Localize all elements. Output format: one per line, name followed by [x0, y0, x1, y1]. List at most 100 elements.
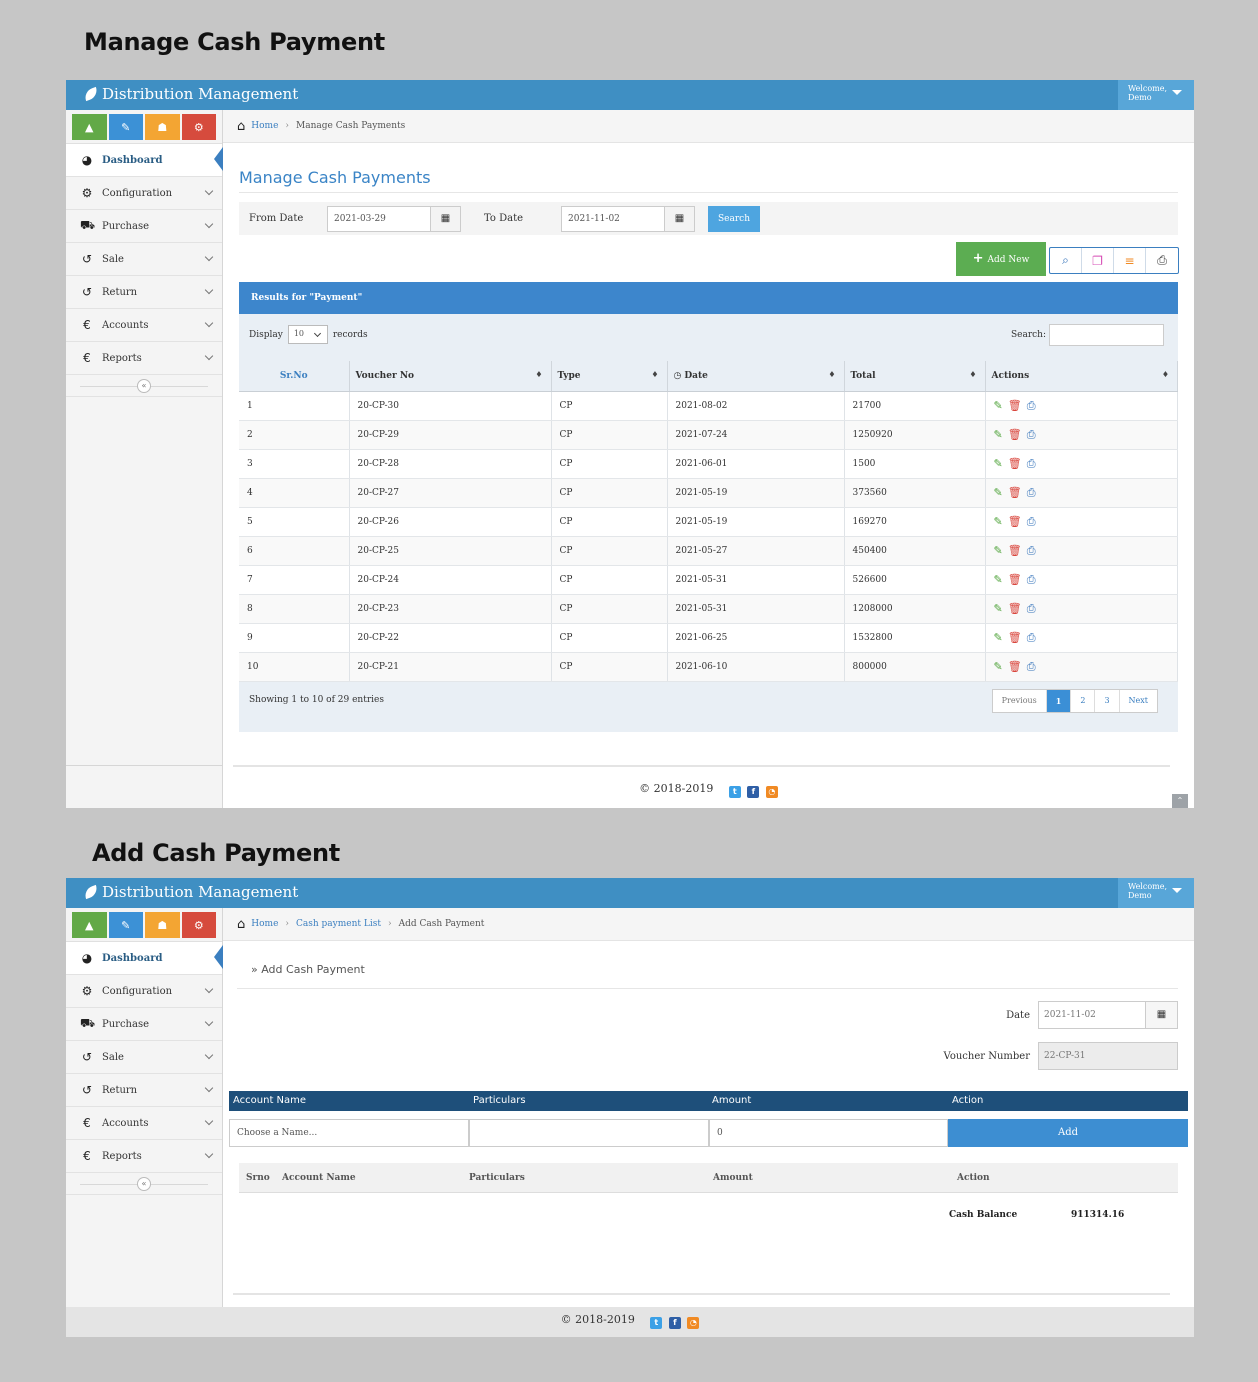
- shortcut-pencil-button[interactable]: ✎: [108, 912, 143, 938]
- sidebar-item-return[interactable]: ↺ Return: [66, 276, 222, 309]
- column-header-type[interactable]: Type: [551, 361, 668, 392]
- calendar-icon[interactable]: ▦: [664, 207, 694, 231]
- collapse-sidebar-button[interactable]: «: [137, 1177, 151, 1191]
- sidebar-item-configuration[interactable]: ⚙ Configuration: [66, 177, 222, 210]
- euro-icon: €: [83, 1116, 91, 1130]
- copy-icon[interactable]: ❐: [1082, 248, 1114, 273]
- print-icon[interactable]: ⎙: [1146, 248, 1178, 273]
- pagination-next[interactable]: Next: [1120, 690, 1157, 712]
- to-date-input[interactable]: 2021-11-02 ▦: [561, 206, 695, 232]
- account-name-select[interactable]: Choose a Name...: [229, 1119, 469, 1147]
- calendar-icon[interactable]: ▦: [1145, 1002, 1177, 1028]
- rss-icon[interactable]: ◔: [765, 786, 778, 798]
- search-button[interactable]: Search: [708, 206, 760, 232]
- page-length-select[interactable]: 10: [287, 325, 328, 344]
- delete-icon[interactable]: 🗑: [1008, 486, 1022, 499]
- sidebar-item-sale[interactable]: ↺ Sale: [66, 243, 222, 276]
- table-search-input[interactable]: [1049, 324, 1164, 346]
- from-date-input[interactable]: 2021-03-29 ▦: [327, 206, 461, 232]
- edit-icon[interactable]: ✎: [994, 486, 1003, 499]
- line-header-particulars: Particulars: [473, 1095, 526, 1106]
- breadcrumb-list-link[interactable]: Cash payment List: [296, 919, 381, 929]
- shortcut-users-button[interactable]: ☗: [145, 912, 180, 938]
- pagination-page[interactable]: 1: [1046, 690, 1072, 712]
- edit-icon[interactable]: ✎: [994, 602, 1003, 615]
- user-menu[interactable]: Welcome, Demo: [1118, 878, 1194, 908]
- sidebar-item-reports[interactable]: € Reports: [66, 342, 222, 375]
- print-icon[interactable]: ⎙: [1027, 457, 1036, 470]
- shortcut-cogs-button[interactable]: ⚙: [181, 912, 216, 938]
- print-icon[interactable]: ⎙: [1027, 544, 1036, 557]
- sidebar-item-reports[interactable]: € Reports: [66, 1140, 222, 1173]
- column-header-date[interactable]: ◷ Date: [667, 361, 845, 392]
- print-icon[interactable]: ⎙: [1027, 573, 1036, 586]
- edit-icon[interactable]: ✎: [994, 660, 1003, 673]
- rss-icon[interactable]: ◔: [687, 1317, 700, 1329]
- sidebar-item-sale[interactable]: ↺ Sale: [66, 1041, 222, 1074]
- shortcut-pencil-button[interactable]: ✎: [108, 114, 143, 140]
- delete-icon[interactable]: 🗑: [1008, 515, 1022, 528]
- facebook-icon[interactable]: f: [747, 786, 760, 798]
- sidebar-item-purchase[interactable]: ⛟ Purchase: [66, 1008, 222, 1041]
- shortcut-users-button[interactable]: ☗: [145, 114, 180, 140]
- edit-icon[interactable]: ✎: [994, 399, 1003, 412]
- delete-icon[interactable]: 🗑: [1008, 573, 1022, 586]
- delete-icon[interactable]: 🗑: [1008, 660, 1022, 673]
- twitter-icon[interactable]: t: [650, 1317, 663, 1329]
- column-header-srno[interactable]: Sr.No: [239, 361, 350, 392]
- sidebar-item-label: Sale: [102, 1051, 124, 1063]
- add-line-button[interactable]: Add: [948, 1119, 1188, 1147]
- sidebar-item-accounts[interactable]: € Accounts: [66, 1107, 222, 1140]
- sidebar-item-dashboard[interactable]: ◕ Dashboard: [66, 144, 223, 177]
- print-icon[interactable]: ⎙: [1027, 399, 1036, 412]
- search-icon[interactable]: ⌕: [1050, 248, 1082, 273]
- print-icon[interactable]: ⎙: [1027, 428, 1036, 441]
- print-icon[interactable]: ⎙: [1027, 602, 1036, 615]
- edit-icon[interactable]: ✎: [994, 544, 1003, 557]
- delete-icon[interactable]: 🗑: [1008, 602, 1022, 615]
- sidebar-item-configuration[interactable]: ⚙ Configuration: [66, 975, 222, 1008]
- scroll-top-button[interactable]: ⌃: [1172, 794, 1188, 808]
- user-menu[interactable]: Welcome, Demo: [1118, 80, 1194, 110]
- shortcut-chart-button[interactable]: ▲: [72, 114, 107, 140]
- sidebar-item-dashboard[interactable]: ◕ Dashboard: [66, 942, 223, 975]
- add-new-button[interactable]: + Add New: [956, 242, 1046, 276]
- twitter-icon[interactable]: t: [728, 786, 741, 798]
- delete-icon[interactable]: 🗑: [1008, 457, 1022, 470]
- edit-icon[interactable]: ✎: [994, 573, 1003, 586]
- shortcut-cogs-button[interactable]: ⚙: [181, 114, 216, 140]
- delete-icon[interactable]: 🗑: [1008, 544, 1022, 557]
- delete-icon[interactable]: 🗑: [1008, 631, 1022, 644]
- collapse-sidebar-button[interactable]: «: [137, 379, 151, 393]
- edit-icon[interactable]: ✎: [994, 515, 1003, 528]
- brand[interactable]: Distribution Management: [82, 85, 298, 103]
- delete-icon[interactable]: 🗑: [1008, 428, 1022, 441]
- edit-icon[interactable]: ✎: [994, 428, 1003, 441]
- pagination-page[interactable]: 3: [1095, 690, 1120, 712]
- calendar-icon[interactable]: ▦: [430, 207, 460, 231]
- particulars-input[interactable]: [469, 1119, 709, 1147]
- sidebar-item-return[interactable]: ↺ Return: [66, 1074, 222, 1107]
- sidebar-item-purchase[interactable]: ⛟ Purchase: [66, 210, 222, 243]
- print-icon[interactable]: ⎙: [1027, 660, 1036, 673]
- sidebar-item-accounts[interactable]: € Accounts: [66, 309, 222, 342]
- shortcut-chart-button[interactable]: ▲: [72, 912, 107, 938]
- pagination-page[interactable]: 2: [1071, 690, 1096, 712]
- column-header-total[interactable]: Total: [844, 361, 986, 392]
- delete-icon[interactable]: 🗑: [1008, 399, 1022, 412]
- facebook-icon[interactable]: f: [668, 1317, 681, 1329]
- breadcrumb-home-link[interactable]: Home: [251, 121, 278, 131]
- database-icon[interactable]: ≡: [1114, 248, 1146, 273]
- column-header-voucher[interactable]: Voucher No: [349, 361, 552, 392]
- print-icon[interactable]: ⎙: [1027, 515, 1036, 528]
- print-icon[interactable]: ⎙: [1027, 486, 1036, 499]
- edit-icon[interactable]: ✎: [994, 457, 1003, 470]
- amount-input[interactable]: 0: [709, 1119, 948, 1147]
- print-icon[interactable]: ⎙: [1027, 631, 1036, 644]
- brand[interactable]: Distribution Management: [82, 883, 298, 901]
- pagination-previous[interactable]: Previous: [993, 690, 1047, 712]
- date-input[interactable]: 2021-11-02 ▦: [1038, 1001, 1178, 1029]
- column-header-actions[interactable]: Actions: [985, 361, 1178, 392]
- breadcrumb-home-link[interactable]: Home: [251, 919, 278, 929]
- edit-icon[interactable]: ✎: [994, 631, 1003, 644]
